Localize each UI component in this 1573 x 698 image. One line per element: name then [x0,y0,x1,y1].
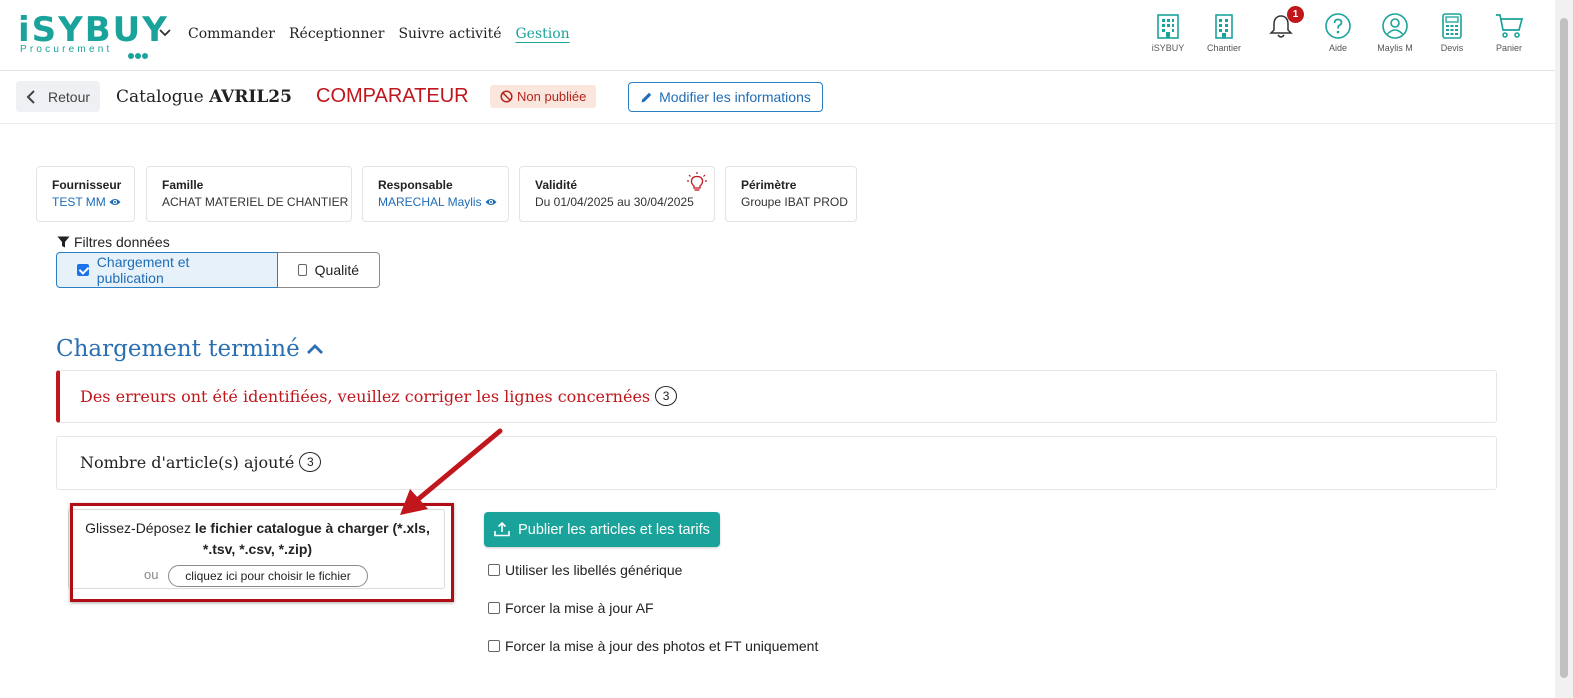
header-tools: iSYBUY Chantier 1 Aide Maylis M Devis Pa… [1138,6,1539,60]
supplier-card: Fournisseur TEST MM [36,166,135,222]
file-dropzone[interactable]: Glissez-Déposez le fichier catalogue à c… [68,509,445,589]
tool-label: Maylis M [1377,43,1413,53]
building-icon [1215,14,1233,39]
checkbox[interactable] [77,264,89,276]
notification-badge: 1 [1287,6,1304,23]
logo-dots [128,46,149,64]
edit-info-label: Modifier les informations [659,89,811,105]
error-message: Des erreurs ont été identifiées, veuille… [80,386,651,406]
card-value: Du 01/04/2025 au 30/04/2025 [535,195,694,209]
chevron-down-icon[interactable] [158,26,172,40]
tool-isybuy[interactable]: iSYBUY [1138,8,1198,53]
ban-icon [500,90,513,103]
manager-card: Responsable MARECHAL Maylis [362,166,509,222]
filter-label: Chargement et publication [96,254,190,286]
option-force-af-update[interactable]: Forcer la mise à jour AF [488,600,654,616]
scope-card: Périmètre Groupe IBAT PROD [725,166,857,222]
checkbox[interactable] [488,640,500,652]
nav-commander[interactable]: Commander [188,26,275,42]
tool-label: iSYBUY [1151,43,1185,53]
manager-link[interactable]: MARECHAL Maylis [378,195,497,209]
section-title[interactable]: Chargement terminé [56,336,324,362]
logo-text: iSYBUY [18,10,169,50]
tool-label: Chantier [1206,43,1242,53]
filters-label: Filtres données [57,234,170,250]
card-title: Famille [162,178,204,192]
tool-devis[interactable]: Devis [1422,8,1482,53]
tool-profile[interactable]: Maylis M [1365,8,1425,53]
tool-label: Devis [1440,43,1464,53]
tool-label: Aide [1328,43,1347,53]
filter-icon [57,236,70,248]
filter-toggle-group: Chargement et publication Qualité [56,252,380,288]
tool-label: Panier [1495,43,1522,53]
card-title: Responsable [378,178,453,192]
publish-label: Publier les articles et les tarifs [518,521,710,538]
main-nav: Commander Réceptionner Suivre activité G… [188,26,570,42]
added-articles-panel[interactable]: Nombre d'article(s) ajouté 3 [56,436,1497,490]
card-title: Périmètre [741,178,797,192]
filter-quality[interactable]: Qualité [278,252,380,288]
option-generic-labels[interactable]: Utiliser les libellés générique [488,562,682,578]
nav-suivre-activite[interactable]: Suivre activité [398,26,501,42]
scroll-thumb[interactable] [1560,18,1568,678]
or-label: ou [144,567,159,582]
added-count-badge: 3 [299,452,322,472]
top-header: iSYBUY Procurement Commander Réceptionne… [0,0,1555,71]
tool-chantier[interactable]: Chantier [1194,8,1254,53]
added-label: Nombre d'article(s) ajouté [80,452,295,472]
edit-info-button[interactable]: Modifier les informations [628,82,823,112]
publish-button[interactable]: Publier les articles et les tarifs [484,512,720,547]
mode-label: COMPARATEUR [316,85,469,107]
status-text: Non publiée [517,89,587,104]
help-circle-icon [1325,13,1351,39]
back-label: Retour [48,88,91,105]
family-card: Famille ACHAT MATERIEL DE CHANTIER [146,166,352,222]
error-count-badge: 3 [655,386,678,406]
tool-notifications[interactable]: 1 [1251,6,1311,40]
error-panel[interactable]: Des erreurs ont été identifiées, veuille… [56,370,1497,423]
logo-subtext: Procurement [20,44,113,55]
card-value: Groupe IBAT PROD [741,195,848,209]
card-title: Validité [535,178,578,192]
back-button[interactable]: Retour [16,81,100,112]
tool-aide[interactable]: Aide [1308,8,1368,53]
chevron-up-icon[interactable] [306,343,324,355]
page-title: Catalogue AVRIL25 [116,87,292,107]
option-force-photos-update[interactable]: Forcer la mise à jour des photos et FT u… [488,638,818,654]
user-circle-icon [1382,13,1408,39]
isybuy-logo[interactable]: iSYBUY Procurement [18,12,167,59]
building-icon [1157,14,1179,39]
supplier-link[interactable]: TEST MM [52,195,121,209]
catalog-prefix: Catalogue [116,87,204,107]
catalog-name: AVRIL25 [209,87,292,107]
checkbox[interactable] [488,602,500,614]
pencil-icon [641,92,652,102]
tool-panier[interactable]: Panier [1479,8,1539,53]
catalog-subheader: Retour Catalogue AVRIL25 COMPARATEUR Non… [0,71,1555,124]
nav-receptionner[interactable]: Réceptionner [289,26,384,42]
card-value: ACHAT MATERIEL DE CHANTIER [162,195,349,209]
choose-file-button[interactable]: cliquez ici pour choisir le fichier [168,565,368,587]
filter-label: Qualité [314,262,359,278]
dropzone-text: Glissez-Déposez le fichier catalogue à c… [85,520,430,557]
eye-icon[interactable] [485,197,497,207]
upload-icon [494,522,510,537]
option-label: Forcer la mise à jour des photos et FT u… [505,638,819,654]
option-label: Forcer la mise à jour AF [505,600,654,616]
lightbulb-icon[interactable] [686,171,708,193]
checkbox[interactable] [488,564,500,576]
status-badge: Non publiée [490,85,597,108]
eye-icon[interactable] [109,197,121,207]
checkbox[interactable] [298,264,307,276]
vertical-scrollbar[interactable] [1555,0,1573,698]
card-title: Fournisseur [52,178,122,192]
calculator-icon [1442,13,1462,39]
chevron-left-icon [26,89,35,104]
option-label: Utiliser les libellés générique [505,562,683,578]
validity-card: Validité Du 01/04/2025 au 30/04/2025 [519,166,715,222]
nav-gestion[interactable]: Gestion [515,26,569,42]
filter-loading-publication[interactable]: Chargement et publication [56,252,278,288]
cart-icon [1496,14,1524,38]
